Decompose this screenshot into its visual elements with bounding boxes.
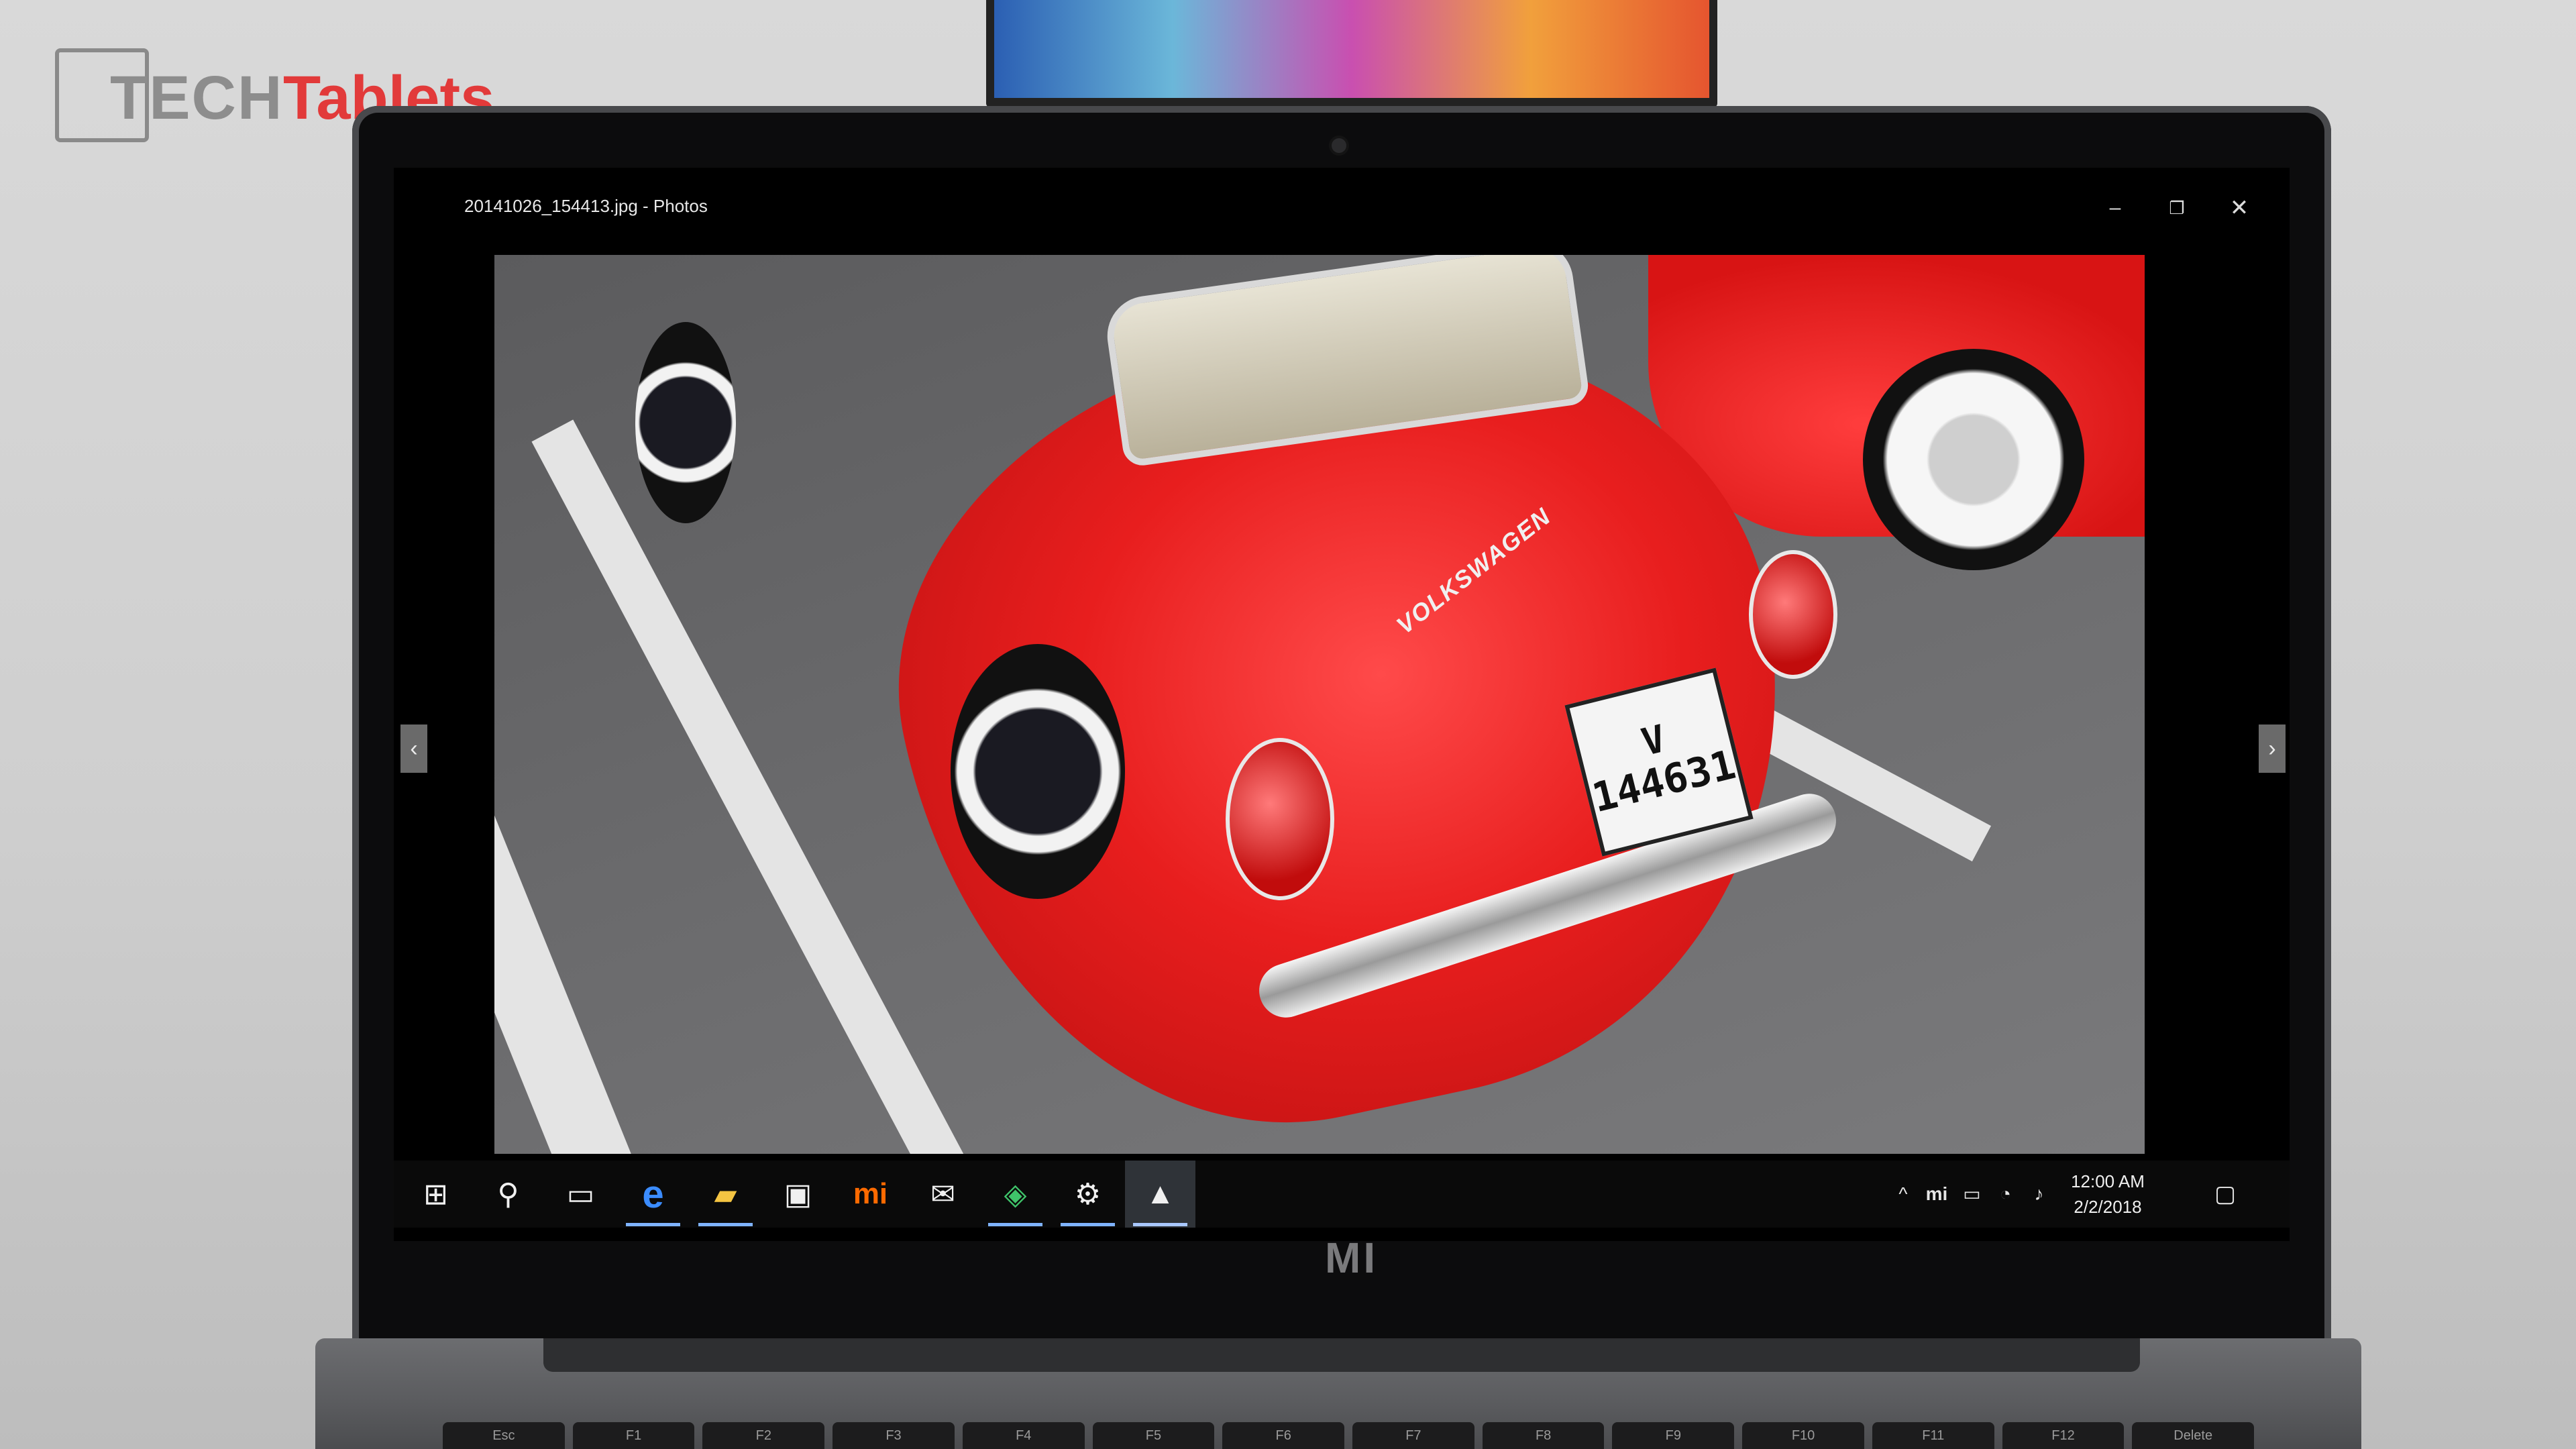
task-view-button[interactable]: ▭ — [545, 1161, 616, 1228]
edge-icon: e — [642, 1172, 664, 1216]
clock-date: 2/2/2018 — [2074, 1197, 2142, 1217]
mi-app-button[interactable]: mi — [835, 1161, 906, 1228]
gear-icon: ⚙ — [1074, 1177, 1102, 1211]
battery-icon[interactable]: ▭ — [1957, 1174, 1987, 1214]
mi-icon: mi — [853, 1177, 888, 1210]
rear-wheel — [951, 644, 1125, 899]
laptop-base: Esc F1 F2 F3 F4 F5 F6 F7 F8 F9 F10 F11 F… — [315, 1338, 2361, 1449]
green-app-icon: ◈ — [1004, 1177, 1027, 1211]
key-f8[interactable]: F8 — [1482, 1422, 1605, 1449]
settings-button[interactable]: ⚙ — [1053, 1161, 1123, 1228]
laptop-hinge — [543, 1338, 2140, 1372]
windows-taskbar: ⊞ ⚲ ▭ e ▰ ▣ mi ✉ ◈ ⚙ ▲ ^ mi ▭ ◔ ♪ 12:00 … — [394, 1161, 2290, 1228]
search-button[interactable]: ⚲ — [473, 1161, 543, 1228]
restore-button[interactable]: ❐ — [2153, 188, 2201, 228]
previous-photo-button[interactable]: ‹ — [400, 724, 427, 773]
window-title: 20141026_154413.jpg - Photos — [464, 196, 708, 216]
key-f10[interactable]: F10 — [1742, 1422, 1864, 1449]
mi-tray-icon[interactable]: mi — [1920, 1174, 1953, 1214]
mail-icon: ✉ — [930, 1177, 955, 1211]
wifi-icon[interactable]: ◔ — [1990, 1174, 2021, 1214]
key-f3[interactable]: F3 — [833, 1422, 955, 1449]
key-f6[interactable]: F6 — [1222, 1422, 1345, 1449]
watermark-tech-text: TECH — [110, 64, 284, 132]
photo-viewer-image[interactable]: VOLKSWAGEN V 144631 — [494, 255, 2145, 1154]
next-photo-button[interactable]: › — [2259, 724, 2286, 773]
clock[interactable]: 12:00 AM 2/2/2018 — [2057, 1169, 2158, 1220]
mail-button[interactable]: ✉ — [908, 1161, 978, 1228]
keyboard-function-row: Esc F1 F2 F3 F4 F5 F6 F7 F8 F9 F10 F11 F… — [443, 1422, 2255, 1449]
key-esc[interactable]: Esc — [443, 1422, 565, 1449]
laptop-lid: 20141026_154413.jpg - Photos – ❐ ✕ VOLKS… — [352, 106, 2331, 1347]
store-button[interactable]: ▣ — [763, 1161, 833, 1228]
key-f1[interactable]: F1 — [572, 1422, 695, 1449]
store-icon: ▣ — [784, 1177, 812, 1211]
close-button[interactable]: ✕ — [2215, 188, 2263, 228]
key-delete[interactable]: Delete — [2132, 1422, 2255, 1449]
front-wheel — [635, 322, 736, 523]
volume-icon[interactable]: ♪ — [2024, 1174, 2054, 1214]
key-f2[interactable]: F2 — [702, 1422, 825, 1449]
task-view-icon: ▭ — [566, 1177, 595, 1211]
key-f12[interactable]: F12 — [2002, 1422, 2125, 1449]
start-button[interactable]: ⊞ — [400, 1161, 471, 1228]
second-car-wheel — [1863, 349, 2084, 570]
windows-logo-icon: ⊞ — [423, 1177, 448, 1211]
photos-title-bar[interactable]: 20141026_154413.jpg - Photos – ❐ ✕ — [394, 168, 2290, 241]
notification-center-button[interactable]: ▢ — [2205, 1174, 2245, 1214]
mi-brand-logo: MI — [1325, 1234, 1379, 1282]
key-f4[interactable]: F4 — [962, 1422, 1085, 1449]
left-taillight — [1226, 738, 1334, 900]
show-hidden-icons-button[interactable]: ^ — [1890, 1174, 1917, 1214]
file-explorer-button[interactable]: ▰ — [690, 1161, 761, 1228]
webcam-icon — [1332, 138, 1346, 153]
clock-time: 12:00 AM — [2071, 1171, 2145, 1191]
edge-button[interactable]: e — [618, 1161, 688, 1228]
laptop-screen: 20141026_154413.jpg - Photos – ❐ ✕ VOLKS… — [394, 168, 2290, 1241]
folder-icon: ▰ — [714, 1177, 737, 1211]
search-icon: ⚲ — [497, 1177, 519, 1211]
key-f7[interactable]: F7 — [1352, 1422, 1474, 1449]
key-f11[interactable]: F11 — [1872, 1422, 1994, 1449]
green-app-button[interactable]: ◈ — [980, 1161, 1051, 1228]
right-taillight — [1749, 550, 1837, 679]
background-monitor-screen — [994, 0, 1709, 98]
background-monitor — [986, 0, 1717, 107]
photos-button[interactable]: ▲ — [1125, 1161, 1195, 1228]
minimize-button[interactable]: – — [2091, 188, 2139, 228]
photos-icon: ▲ — [1145, 1177, 1175, 1210]
key-f9[interactable]: F9 — [1612, 1422, 1735, 1449]
key-f5[interactable]: F5 — [1092, 1422, 1215, 1449]
